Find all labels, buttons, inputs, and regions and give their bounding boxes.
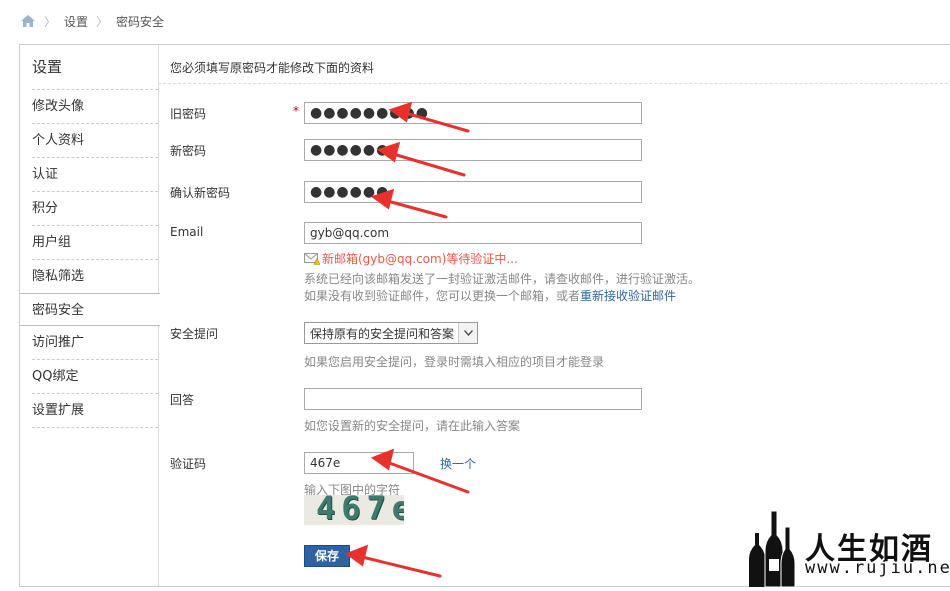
bottles-logo-icon bbox=[749, 510, 796, 588]
security-question-select[interactable]: 保持原有的安全提问和答案 bbox=[304, 322, 478, 344]
captcha-refresh-link[interactable]: 换一个 bbox=[440, 455, 476, 472]
breadcrumb-separator: 〉 bbox=[44, 14, 57, 29]
sidebar-item-privacy[interactable]: 隐私筛选 bbox=[32, 259, 158, 293]
breadcrumb-item-password[interactable]: 密码安全 bbox=[116, 13, 164, 30]
chevron-down-icon[interactable] bbox=[458, 323, 477, 343]
sidebar-item-avatar[interactable]: 修改头像 bbox=[32, 89, 158, 123]
sidebar: 设置 修改头像 个人资料 认证 积分 用户组 隐私筛选 密码安全 访问推广 QQ… bbox=[20, 45, 160, 586]
breadcrumb: 〉 设置 〉 密码安全 bbox=[20, 12, 164, 30]
save-button[interactable]: 保存 bbox=[304, 545, 350, 567]
mail-warning-icon bbox=[304, 252, 320, 265]
security-question-label: 安全提问 bbox=[170, 327, 219, 341]
captcha-image[interactable]: 467e bbox=[304, 495, 404, 525]
answer-input[interactable] bbox=[304, 388, 642, 410]
sidebar-item-verify[interactable]: 认证 bbox=[32, 157, 158, 191]
email-note-line2: 如果没有收到验证邮件，您可以更换一个邮箱，或者重新接收验证邮件 bbox=[304, 287, 676, 304]
breadcrumb-separator: 〉 bbox=[96, 14, 109, 29]
sidebar-item-password-security[interactable]: 密码安全 bbox=[20, 293, 160, 326]
security-question-note: 如果您启用安全提问，登录时需填入相应的项目才能登录 bbox=[304, 355, 605, 369]
sidebar-item-credits[interactable]: 积分 bbox=[32, 191, 158, 225]
confirm-password-label: 确认新密码 bbox=[170, 186, 231, 200]
confirm-password-input[interactable]: ●●●●●● bbox=[304, 181, 642, 203]
sidebar-item-usergroup[interactable]: 用户组 bbox=[32, 225, 158, 259]
email-input[interactable]: gyb@qq.com bbox=[304, 222, 642, 244]
watermark: 人生如酒 www.rujiu.net bbox=[745, 505, 950, 591]
security-question-value: 保持原有的安全提问和答案 bbox=[310, 326, 455, 341]
required-mark: * bbox=[293, 104, 299, 118]
answer-note: 如您设置新的安全提问，请在此输入答案 bbox=[304, 419, 521, 433]
sidebar-item-profile[interactable]: 个人资料 bbox=[32, 123, 158, 157]
home-icon[interactable] bbox=[20, 14, 36, 28]
email-note-text: 如果没有收到验证邮件，您可以更换一个邮箱，或者 bbox=[304, 289, 581, 303]
watermark-url: www.rujiu.net bbox=[805, 558, 950, 578]
email-verify-text: 新邮箱(gyb@qq.com)等待验证中... bbox=[322, 252, 518, 266]
captcha-input[interactable]: 467e bbox=[304, 452, 414, 474]
new-password-input[interactable]: ●●●●●● bbox=[304, 139, 642, 161]
new-password-label: 新密码 bbox=[170, 144, 207, 158]
email-note-line1: 系统已经向该邮箱发送了一封验证激活邮件，请查收邮件，进行验证激活。 bbox=[304, 272, 701, 286]
answer-label: 回答 bbox=[170, 393, 195, 407]
old-password-label: 旧密码 bbox=[170, 107, 207, 121]
sidebar-item-qq-bind[interactable]: QQ绑定 bbox=[32, 359, 158, 393]
breadcrumb-item-settings[interactable]: 设置 bbox=[64, 13, 88, 30]
sidebar-item-promotion[interactable]: 访问推广 bbox=[32, 326, 158, 359]
sidebar-title: 设置 bbox=[32, 58, 63, 76]
form-notice: 您必须填写原密码才能修改下面的资料 bbox=[170, 61, 375, 75]
sidebar-item-extensions[interactable]: 设置扩展 bbox=[32, 393, 158, 428]
email-verify-status: 新邮箱(gyb@qq.com)等待验证中... bbox=[304, 250, 518, 267]
captcha-image-text: 467e bbox=[316, 495, 404, 525]
captcha-label: 验证码 bbox=[170, 457, 207, 471]
divider bbox=[158, 83, 950, 84]
email-label: Email bbox=[170, 225, 204, 239]
resend-email-link[interactable]: 重新接收验证邮件 bbox=[580, 289, 676, 303]
old-password-input[interactable]: ●●●●●●●●● bbox=[304, 102, 642, 124]
